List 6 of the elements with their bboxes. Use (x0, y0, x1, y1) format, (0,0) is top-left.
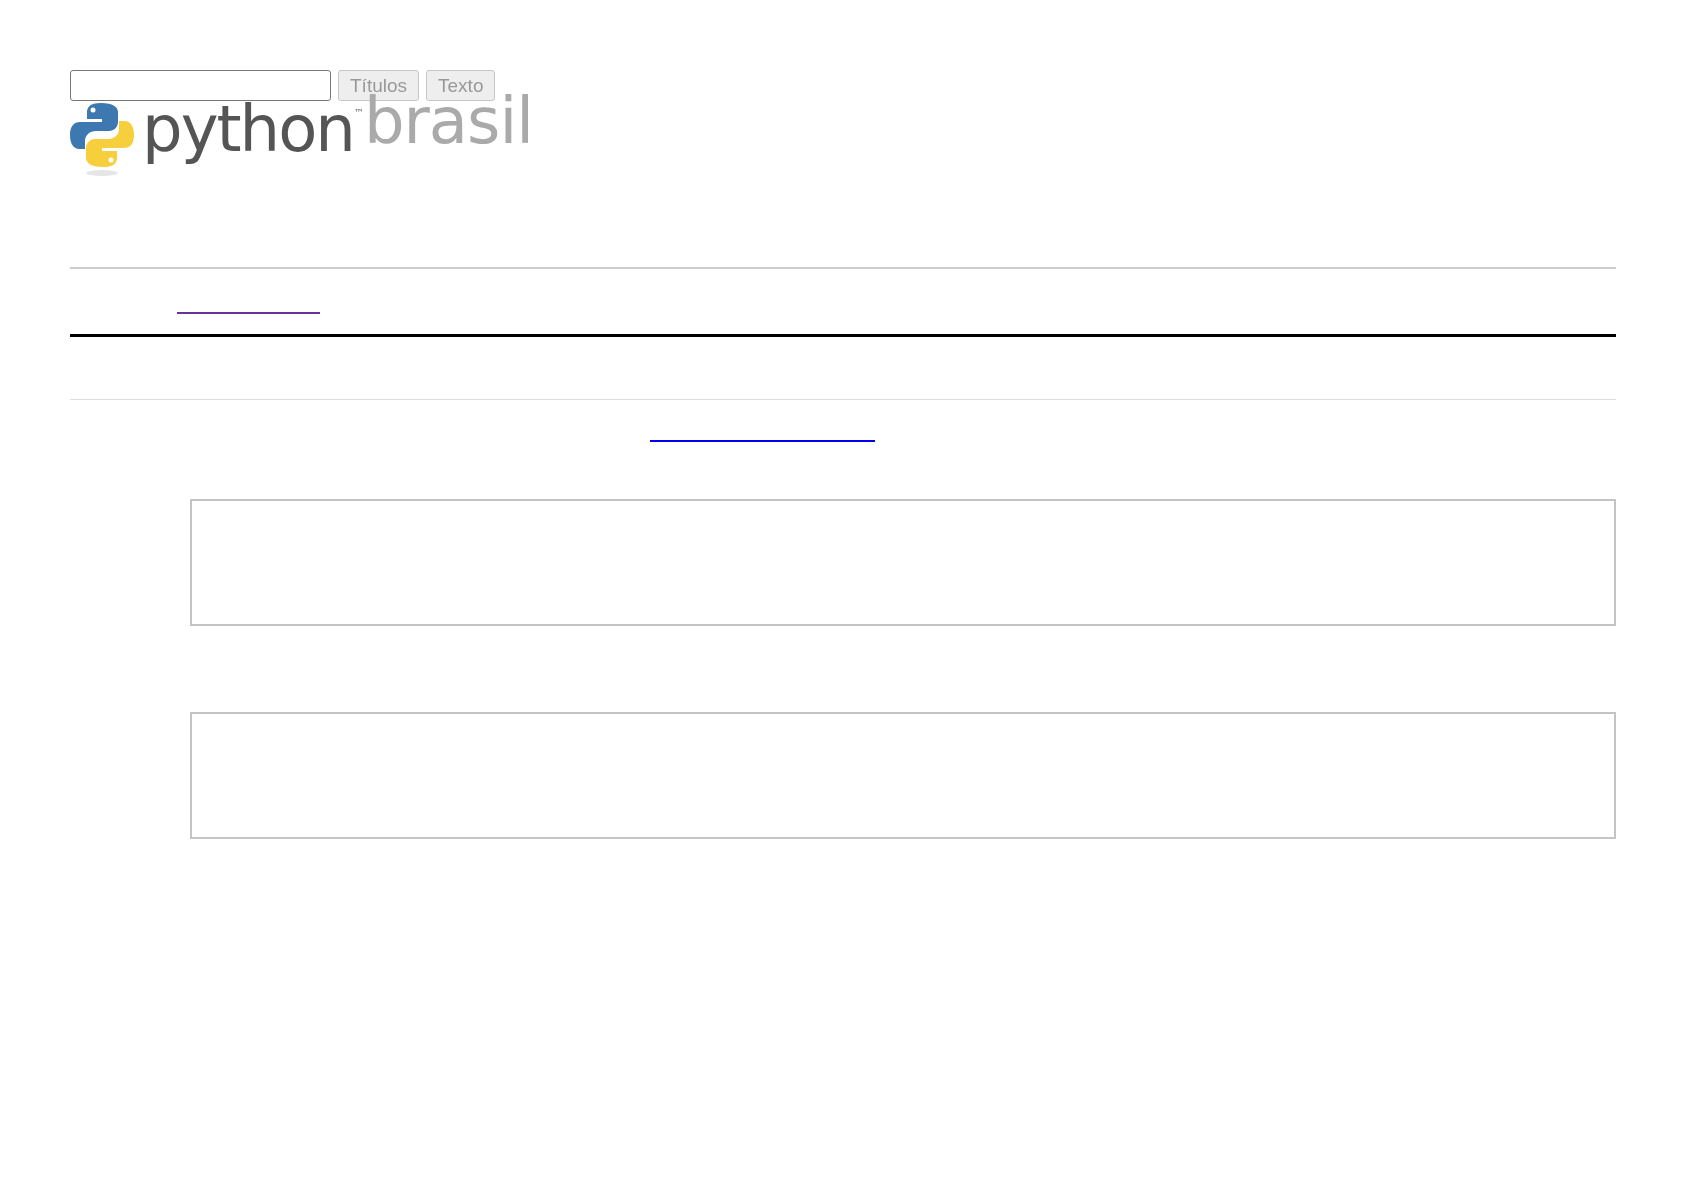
search-field[interactable] (70, 70, 331, 101)
link-underline[interactable] (650, 440, 875, 442)
search-button[interactable]: Texto (426, 70, 496, 101)
link-underline[interactable] (177, 312, 320, 314)
python-logo-icon (70, 101, 134, 178)
trademark-sign: ™ (353, 107, 364, 118)
